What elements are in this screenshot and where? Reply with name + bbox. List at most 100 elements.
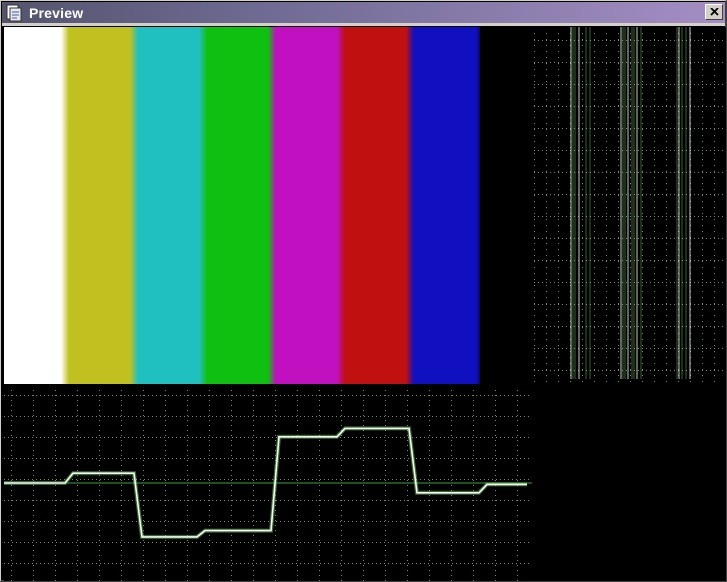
grid-dot (429, 430, 430, 431)
grid-dot (546, 243, 547, 244)
grid-dot (352, 458, 353, 459)
grid-dot (473, 495, 474, 496)
grid-dot (484, 458, 485, 459)
grid-dot (626, 150, 627, 151)
grid-dot (610, 194, 611, 195)
grid-dot (504, 500, 505, 501)
grid-dot (473, 460, 474, 461)
grid-dot (654, 147, 655, 148)
grid-dot (92, 521, 93, 522)
grid-dot (341, 390, 342, 391)
grid-dot (231, 525, 232, 526)
grid-dot (55, 505, 56, 506)
grid-dot (638, 260, 639, 261)
grid-dot (602, 216, 603, 217)
grid-dot (316, 416, 317, 417)
grid-dot (52, 458, 53, 459)
grid-dot (429, 575, 430, 576)
grid-dot (244, 542, 245, 543)
grid-dot (534, 177, 535, 178)
grid-dot (618, 225, 619, 226)
grid-dot (172, 458, 173, 459)
grid-dot (248, 521, 249, 522)
grid-dot (296, 563, 297, 564)
grid-dot (196, 521, 197, 522)
grid-dot (546, 213, 547, 214)
grid-dot (244, 479, 245, 480)
grid-dot (407, 390, 408, 391)
grid-dot (11, 390, 12, 391)
grid-dot (546, 105, 547, 106)
grid-dot (84, 521, 85, 522)
grid-dot (209, 500, 210, 501)
grid-dot (554, 150, 555, 151)
grid-dot (165, 505, 166, 506)
grid-dot (495, 500, 496, 501)
grid-dot (99, 415, 100, 416)
grid-dot (492, 437, 493, 438)
grid-dot (534, 51, 535, 52)
grid-dot (646, 326, 647, 327)
grid-dot (385, 540, 386, 541)
grid-dot (187, 530, 188, 531)
grid-dot (56, 479, 57, 480)
grid-dot (116, 437, 117, 438)
grid-dot (253, 395, 254, 396)
grid-dot (76, 395, 77, 396)
grid-dot (546, 216, 547, 217)
grid-dot (546, 117, 547, 118)
grid-dot (55, 525, 56, 526)
grid-dot (566, 106, 567, 107)
grid-dot (99, 530, 100, 531)
title-bar[interactable]: Preview (2, 2, 725, 26)
grid-dot (284, 479, 285, 480)
grid-dot (44, 521, 45, 522)
grid-dot (594, 357, 595, 358)
grid-dot (360, 479, 361, 480)
grid-dot (156, 542, 157, 543)
grid-dot (582, 165, 583, 166)
grid-dot (256, 563, 257, 564)
grid-dot (165, 465, 166, 466)
grid-dot (702, 260, 703, 261)
grid-dot (100, 458, 101, 459)
grid-dot (534, 282, 535, 283)
grid-dot (228, 458, 229, 459)
grid-dot (319, 555, 320, 556)
grid-dot (460, 416, 461, 417)
grid-dot (654, 309, 655, 310)
grid-dot (674, 326, 675, 327)
grid-dot (385, 480, 386, 481)
bar-edge (406, 27, 414, 384)
grid-dot (546, 327, 547, 328)
grid-dot (56, 521, 57, 522)
grid-dot (319, 500, 320, 501)
grid-dot (224, 500, 225, 501)
grid-dot (610, 62, 611, 63)
grid-dot (180, 479, 181, 480)
grid-dot (706, 62, 707, 63)
grid-dot (642, 255, 643, 256)
grid-dot (534, 261, 535, 262)
grid-dot (630, 45, 631, 46)
grid-dot (116, 395, 117, 396)
grid-dot (662, 326, 663, 327)
grid-dot (99, 525, 100, 526)
grid-dot (392, 458, 393, 459)
grid-dot (104, 563, 105, 564)
grid-dot (55, 435, 56, 436)
grid-dot (602, 172, 603, 173)
grid-dot (546, 315, 547, 316)
grid-dot (702, 195, 703, 196)
grid-dot (380, 500, 381, 501)
grid-dot (610, 106, 611, 107)
close-button[interactable] (705, 4, 723, 20)
grid-dot (630, 237, 631, 238)
grid-dot (520, 479, 521, 480)
grid-dot (164, 542, 165, 543)
grid-dot (253, 410, 254, 411)
grid-dot (165, 460, 166, 461)
grid-dot (124, 500, 125, 501)
grid-dot (404, 521, 405, 522)
grid-dot (468, 500, 469, 501)
